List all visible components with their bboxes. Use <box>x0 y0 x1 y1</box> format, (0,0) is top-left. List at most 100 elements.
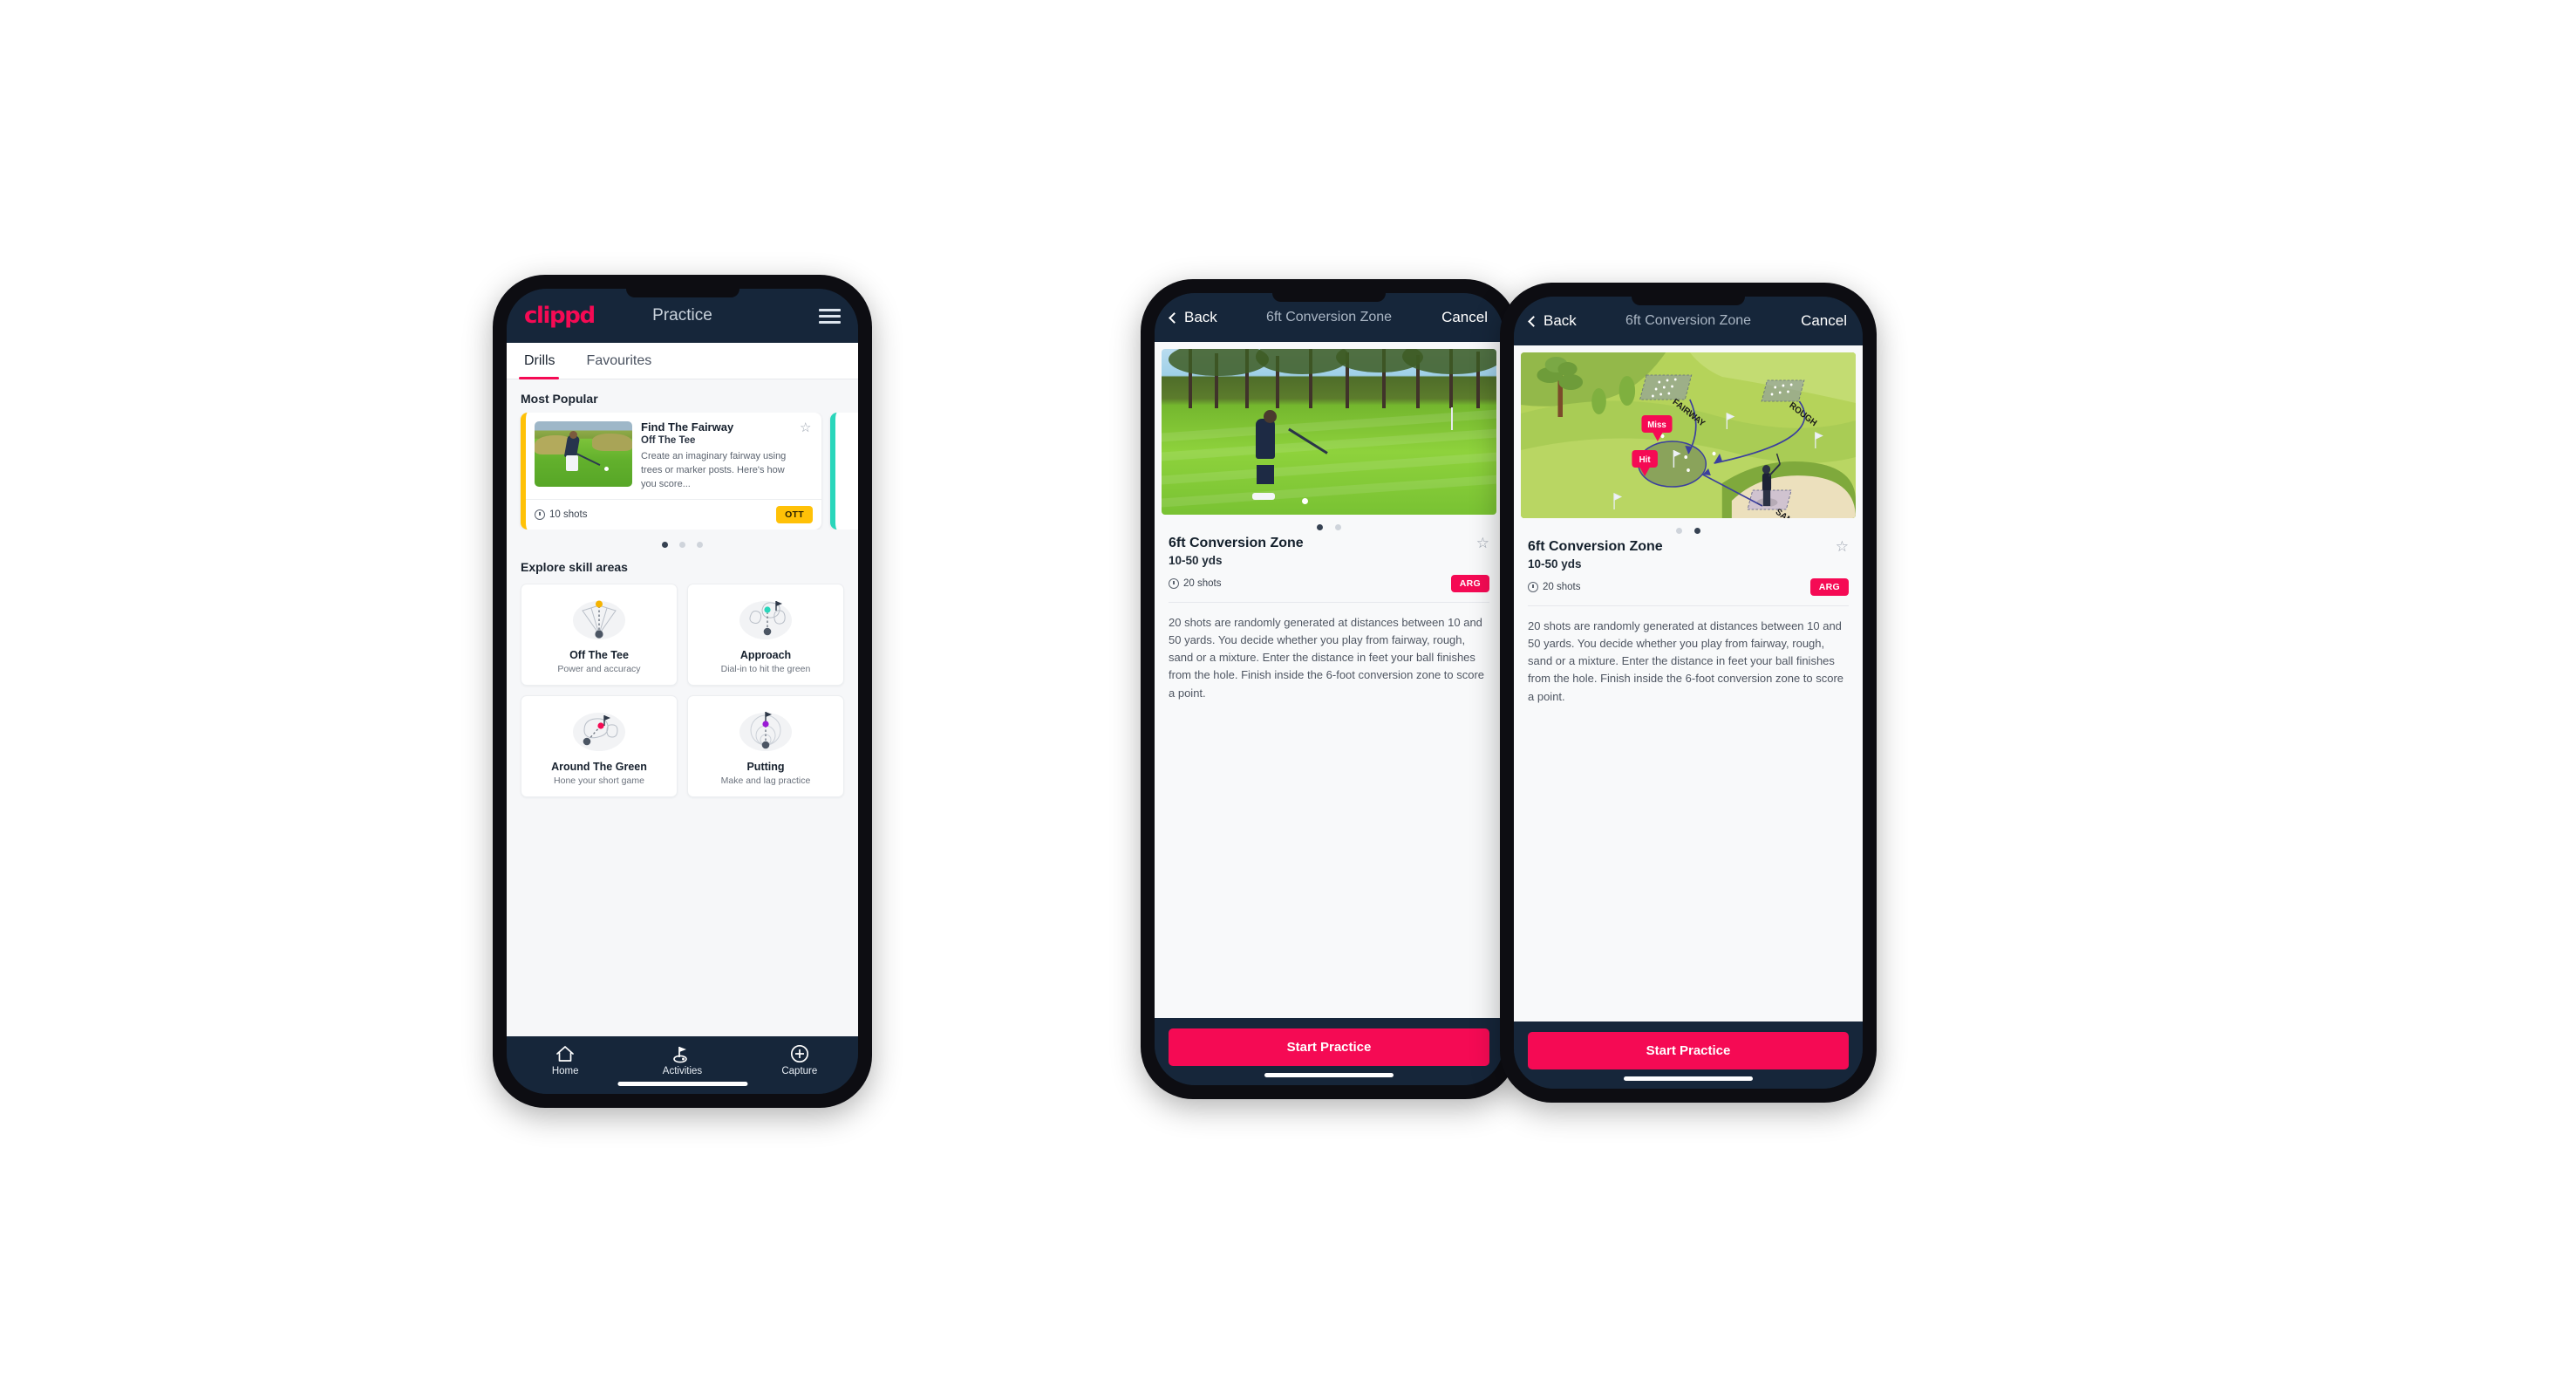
nav-item-home[interactable]: Home <box>507 1044 624 1076</box>
drill-card-text: Find The Fairway Off The Tee Create an i… <box>641 420 813 492</box>
phone-drill-detail-diagram: Back 6ft Conversion Zone Cancel FAIRWAY … <box>1500 283 1877 1103</box>
skill-card-off-the-tee[interactable]: Off The Tee Power and accuracy <box>521 583 678 686</box>
drill-card-next-peek[interactable] <box>830 413 858 530</box>
hamburger-menu-icon[interactable] <box>819 308 841 324</box>
phone-practice-list: clippd Practice Drills Favourites Most P… <box>493 275 872 1108</box>
drill-diagram[interactable]: FAIRWAY ROUGH SAND Miss <box>1521 352 1856 518</box>
drill-card-footer: 10 shots OTT <box>526 498 821 530</box>
star-outline-icon[interactable]: ☆ <box>1476 536 1489 550</box>
skill-card-putting[interactable]: Putting Make and lag practice <box>687 694 844 797</box>
golfer-body <box>1255 418 1275 459</box>
skill-name: Putting <box>746 760 785 773</box>
home-indicator <box>1624 1076 1753 1081</box>
course-diagram-svg: FAIRWAY ROUGH SAND Miss <box>1521 352 1856 518</box>
carousel-dots <box>1155 515 1503 534</box>
phone3-screen: Back 6ft Conversion Zone Cancel FAIRWAY … <box>1514 297 1863 1089</box>
home-indicator <box>1264 1073 1394 1077</box>
carousel-dot[interactable] <box>662 541 668 548</box>
phone2-body: 6ft Conversion Zone 10-50 yds 20 shots A… <box>1155 342 1503 1018</box>
carousel-dot[interactable] <box>697 541 703 548</box>
phone1-screen: clippd Practice Drills Favourites Most P… <box>507 289 858 1094</box>
star-outline-icon[interactable]: ☆ <box>800 421 813 434</box>
cancel-button[interactable]: Cancel <box>1801 312 1847 330</box>
skill-card-approach[interactable]: Approach Dial-in to hit the green <box>687 583 844 686</box>
carousel-dot[interactable] <box>1335 524 1341 530</box>
screenshot-stage: clippd Practice Drills Favourites Most P… <box>0 0 2576 1387</box>
phone-drill-detail-photo: Back 6ft Conversion Zone Cancel 6ft Conv… <box>1141 279 1517 1099</box>
home-icon <box>507 1044 624 1063</box>
drill-card-top: Find The Fairway Off The Tee Create an i… <box>526 413 821 499</box>
drill-description: Create an imaginary fairway using trees … <box>641 450 787 489</box>
fairway-bands <box>1162 407 1496 515</box>
clock-icon <box>1528 582 1538 592</box>
detail-meta-row: 20 shots ARG <box>1528 578 1849 596</box>
home-indicator <box>617 1082 748 1086</box>
drill-card[interactable]: Find The Fairway Off The Tee Create an i… <box>521 413 821 530</box>
back-button[interactable]: Back <box>1528 312 1577 330</box>
drill-shots: 20 shots <box>1169 578 1221 589</box>
back-button[interactable]: Back <box>1169 309 1217 326</box>
drill-shots-label: 20 shots <box>1543 582 1581 592</box>
back-label: Back <box>1184 309 1217 325</box>
section-explore-label: Explore skill areas <box>521 559 628 574</box>
putting-rings-icon <box>693 707 838 754</box>
nav-label: Capture <box>781 1066 818 1076</box>
drill-yardage: 10-50 yds <box>1528 557 1582 571</box>
drill-shots: 20 shots <box>1528 582 1580 592</box>
start-practice-button[interactable]: Start Practice <box>1169 1028 1489 1066</box>
svg-text:Hit: Hit <box>1639 455 1652 465</box>
nav-label: Activities <box>662 1066 703 1076</box>
drill-description: 20 shots are randomly generated at dista… <box>1169 616 1485 700</box>
skill-card-around-the-green[interactable]: Around The Green Hone your short game <box>521 694 678 797</box>
star-outline-icon[interactable]: ☆ <box>1836 539 1849 554</box>
carousel-dot[interactable] <box>1694 528 1700 534</box>
clippd-logo[interactable]: clippd <box>524 303 596 329</box>
drill-shots-label: 20 shots <box>1183 578 1222 589</box>
phone1-scroll-area[interactable]: Most Popular Find The Fairway Off The Te… <box>507 379 858 1036</box>
chevron-left-icon <box>1169 311 1180 324</box>
cancel-button[interactable]: Cancel <box>1441 309 1488 326</box>
tab-favourites[interactable]: Favourites <box>571 343 668 379</box>
phone2-screen: Back 6ft Conversion Zone Cancel 6ft Conv… <box>1155 293 1503 1085</box>
nav-item-capture[interactable]: Capture <box>741 1044 858 1076</box>
drill-description: 20 shots are randomly generated at dista… <box>1528 619 1844 703</box>
skill-areas-grid: Off The Tee Power and accuracy Approach … <box>507 581 858 810</box>
carousel-dots <box>507 530 858 557</box>
start-practice-button[interactable]: Start Practice <box>1528 1032 1849 1069</box>
drill-shots-label: 10 shots <box>549 509 588 520</box>
skill-name: Approach <box>739 648 792 661</box>
detail-header: 6ft Conversion Zone 10-50 yds 20 shots A… <box>1155 534 1503 592</box>
trees-layer <box>1162 349 1496 409</box>
distant-flag-icon <box>1451 407 1454 430</box>
drill-shots: 10 shots <box>535 509 587 520</box>
carousel-dot[interactable] <box>1676 528 1682 534</box>
back-label: Back <box>1544 312 1577 329</box>
around-green-icon <box>527 707 671 754</box>
drills-carousel[interactable]: Find The Fairway Off The Tee Create an i… <box>507 413 858 530</box>
drill-subtitle: Off The Tee <box>641 434 696 446</box>
nav-item-activities[interactable]: Activities <box>624 1044 740 1076</box>
carousel-dots <box>1514 518 1863 537</box>
carousel-dot[interactable] <box>679 541 685 548</box>
svg-text:Miss: Miss <box>1647 420 1666 430</box>
drill-photo[interactable] <box>1162 349 1496 515</box>
drill-title: Find The Fairway <box>641 420 734 434</box>
drill-title: 6ft Conversion Zone <box>1169 536 1304 550</box>
phone3-body: FAIRWAY ROUGH SAND Miss <box>1514 345 1863 1021</box>
drill-thumbnail <box>535 421 632 487</box>
skill-desc: Make and lag practice <box>720 775 811 786</box>
drill-title: 6ft Conversion Zone <box>1528 539 1663 554</box>
nav-label: Home <box>551 1066 579 1076</box>
skill-name: Around The Green <box>551 760 647 773</box>
detail-header: 6ft Conversion Zone 10-50 yds 20 shots A… <box>1514 537 1863 596</box>
section-most-popular-label: Most Popular <box>521 392 598 406</box>
approach-green-icon <box>693 595 838 642</box>
skill-name: Off The Tee <box>569 648 629 661</box>
phone1-notch <box>625 289 739 297</box>
tab-drills[interactable]: Drills <box>507 343 571 379</box>
carousel-dot[interactable] <box>1317 524 1323 530</box>
golf-flag-icon <box>624 1044 740 1063</box>
status-badge: OTT <box>776 505 813 523</box>
drill-yardage: 10-50 yds <box>1169 554 1223 567</box>
chevron-left-icon <box>1528 315 1539 327</box>
